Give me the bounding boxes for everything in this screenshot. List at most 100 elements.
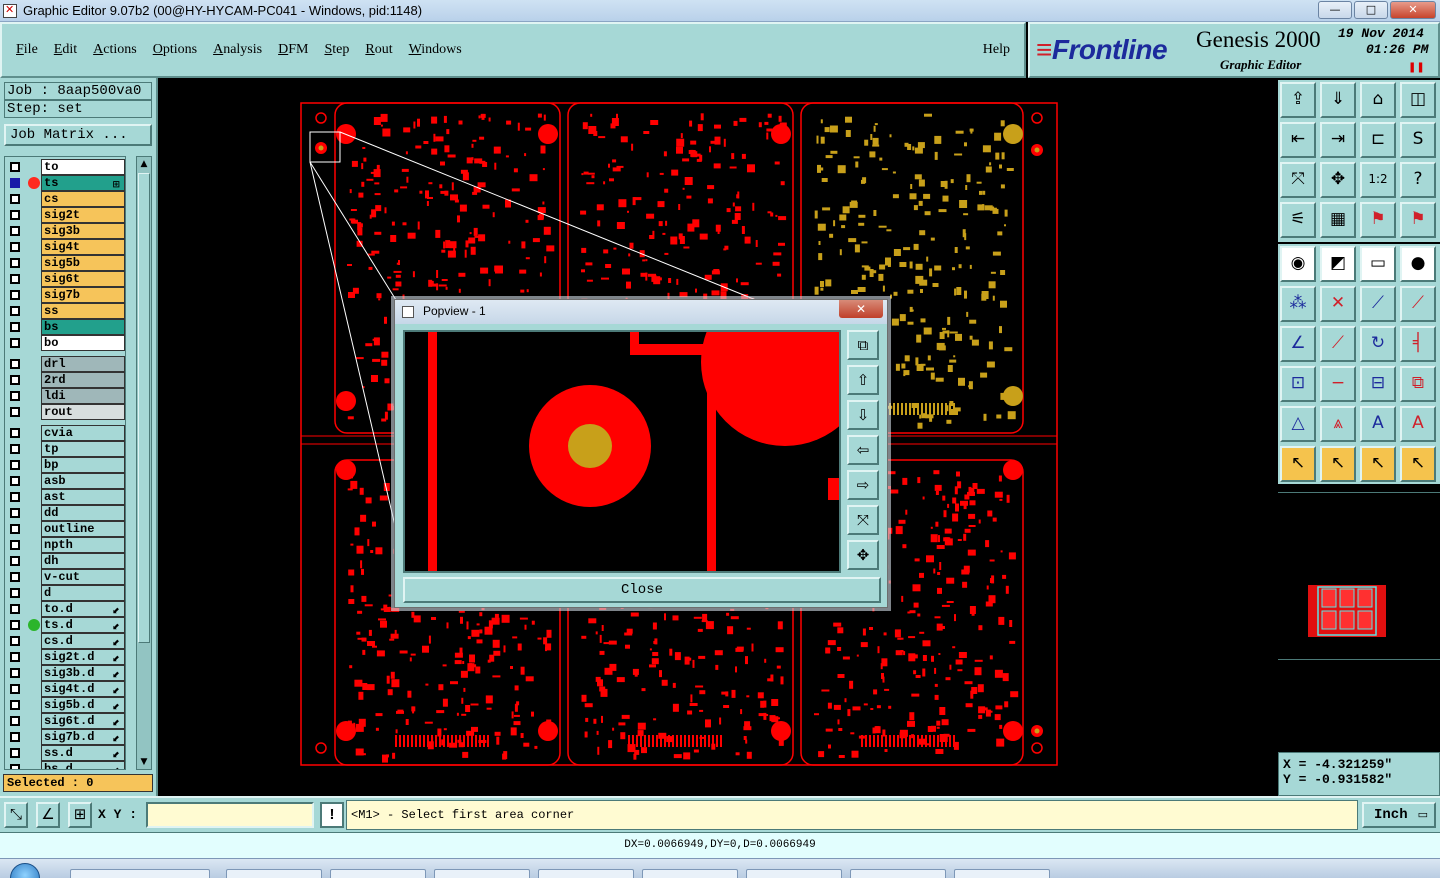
layer-row-tp[interactable]: tp <box>5 441 125 457</box>
layer-row-sig5b.d[interactable]: sig5b.d ⬋ <box>5 697 125 713</box>
layer-name[interactable]: ts ⊞ <box>41 175 125 191</box>
layer-checkbox[interactable] <box>10 684 20 694</box>
close-button[interactable]: ✕ <box>1390 1 1436 19</box>
layer-name[interactable]: sig5b.d ⬋ <box>41 697 125 713</box>
layer-checkbox[interactable] <box>10 178 20 188</box>
layer-name[interactable]: sig4t.d ⬋ <box>41 681 125 697</box>
layer-name[interactable]: ast <box>41 489 125 505</box>
job-matrix-button[interactable]: Job Matrix ... <box>4 124 152 146</box>
layer-checkbox[interactable] <box>10 359 20 369</box>
layer-name[interactable]: outline <box>41 521 125 537</box>
layer-checkbox[interactable] <box>10 492 20 502</box>
minus-icon[interactable]: − <box>1320 366 1356 402</box>
start-button[interactable] <box>10 863 40 878</box>
layer-checkbox[interactable] <box>10 620 20 630</box>
pointer-box-icon[interactable]: ↖ <box>1320 446 1356 482</box>
layer-scrollbar[interactable]: ▲ ▼ <box>136 156 152 770</box>
measure-icon[interactable]: ⚟ <box>1280 202 1316 238</box>
triangle-b-icon[interactable]: A <box>1400 406 1436 442</box>
popview-zoom-icon[interactable]: ⧉ <box>847 330 879 360</box>
layer-row-outline[interactable]: outline <box>5 521 125 537</box>
popview-close-button[interactable]: Close <box>403 577 881 603</box>
layer-checkbox[interactable] <box>10 338 20 348</box>
xy-input[interactable] <box>146 802 314 828</box>
layer-name[interactable]: sig2t <box>41 207 125 223</box>
layer-row-cs.d[interactable]: cs.d ⬋ <box>5 633 125 649</box>
window-split-icon[interactable]: ◫ <box>1400 82 1436 118</box>
layer-row-ts.d[interactable]: ts.d ⬋ <box>5 617 125 633</box>
layer-row-bs[interactable]: bs <box>5 319 125 335</box>
layer-name[interactable]: tp <box>41 441 125 457</box>
layer-checkbox[interactable] <box>10 460 20 470</box>
layer-name[interactable]: ss.d ⬋ <box>41 745 125 761</box>
layer-name[interactable]: sig2t.d ⬋ <box>41 649 125 665</box>
layer-checkbox[interactable] <box>10 556 20 566</box>
layer-row-v-cut[interactable]: v-cut <box>5 569 125 585</box>
popview-canvas[interactable] <box>403 330 841 573</box>
popview-up-icon[interactable]: ⇧ <box>847 365 879 395</box>
layer-row-ss[interactable]: ss <box>5 303 125 319</box>
layer-name[interactable]: asb <box>41 473 125 489</box>
angle-icon[interactable]: ∠ <box>1280 326 1316 362</box>
units-selector[interactable]: Inch ▭ <box>1362 802 1436 828</box>
flip-icon[interactable]: ⧉ <box>1400 366 1436 402</box>
layer-checkbox[interactable] <box>10 668 20 678</box>
line-icon[interactable]: ◩ <box>1320 246 1356 282</box>
layer-row-to.d[interactable]: to.d ⬋ <box>5 601 125 617</box>
layer-row-bs.d[interactable]: bs.d⬋ <box>5 761 125 769</box>
diagonal-icon[interactable]: ⟋ <box>1320 326 1356 362</box>
layer-checkbox[interactable] <box>10 407 20 417</box>
layer-name[interactable]: sig4t <box>41 239 125 255</box>
triangle-icon[interactable]: △ <box>1280 406 1316 442</box>
layer-row-sig4t.d[interactable]: sig4t.d ⬋ <box>5 681 125 697</box>
layer-checkbox[interactable] <box>10 391 20 401</box>
layer-row-cs[interactable]: cs <box>5 191 125 207</box>
layer-row-sig4t[interactable]: sig4t <box>5 239 125 255</box>
layer-row-bp[interactable]: bp <box>5 457 125 473</box>
popview-left-icon[interactable]: ⇦ <box>847 435 879 465</box>
layer-row-ss.d[interactable]: ss.d ⬋ <box>5 745 125 761</box>
layer-row-sig5b[interactable]: sig5b <box>5 255 125 271</box>
popview-down-icon[interactable]: ⇩ <box>847 400 879 430</box>
layer-row-d[interactable]: d <box>5 585 125 601</box>
zoom-home2-icon[interactable]: ⌂ <box>1360 82 1396 118</box>
layer-checkbox[interactable] <box>10 162 20 172</box>
layer-checkbox[interactable] <box>10 508 20 518</box>
arc-point-icon[interactable]: ⟋ <box>1400 286 1436 322</box>
menu-edit[interactable]: Edit <box>54 42 77 58</box>
layer-name[interactable]: cvia <box>41 425 125 441</box>
layer-checkbox[interactable] <box>10 258 20 268</box>
pause-icon[interactable]: ❚❚ <box>1408 62 1425 73</box>
layer-name[interactable]: bp <box>41 457 125 473</box>
pan-right-icon[interactable]: ⇥ <box>1320 122 1356 158</box>
layer-name[interactable]: ts.d ⬋ <box>41 617 125 633</box>
zoom-area-icon[interactable]: ⤡ <box>4 802 28 828</box>
menu-actions[interactable]: Actions <box>93 42 137 58</box>
warning-button[interactable]: ! <box>320 802 344 828</box>
layer-row-dh[interactable]: dh <box>5 553 125 569</box>
menu-dfm[interactable]: DFM <box>278 42 308 58</box>
layer-row-to[interactable]: to <box>5 159 125 175</box>
layer-name[interactable]: sig5b <box>41 255 125 271</box>
popview-fit-icon[interactable]: ⤧ <box>847 505 879 535</box>
layer-checkbox[interactable] <box>10 588 20 598</box>
fit-all-icon[interactable]: ⤧ <box>1280 162 1316 198</box>
menu-file[interactable]: File <box>16 42 38 58</box>
taskbar-item[interactable] <box>226 869 322 878</box>
maximize-button[interactable]: □ <box>1354 1 1388 19</box>
bracket-icon[interactable]: ╡ <box>1400 326 1436 362</box>
menu-help[interactable]: Help <box>983 42 1010 58</box>
layer-name[interactable]: cs <box>41 191 125 207</box>
scroll-thumb[interactable] <box>138 173 150 643</box>
popview-center-icon[interactable]: ✥ <box>847 540 879 570</box>
layer-row-rout[interactable]: rout <box>5 404 125 420</box>
layer-row-cvia[interactable]: cvia <box>5 425 125 441</box>
grid-snap-icon[interactable]: ⊞ <box>68 802 92 828</box>
taskbar-item[interactable] <box>850 869 946 878</box>
snap-s-icon[interactable]: S <box>1400 122 1436 158</box>
pointer-icon[interactable]: ↖ <box>1280 446 1316 482</box>
layer-checkbox[interactable] <box>10 375 20 385</box>
layer-row-asb[interactable]: asb <box>5 473 125 489</box>
arc-line-icon[interactable]: ⟋ <box>1360 286 1396 322</box>
minimize-button[interactable]: — <box>1318 1 1352 19</box>
